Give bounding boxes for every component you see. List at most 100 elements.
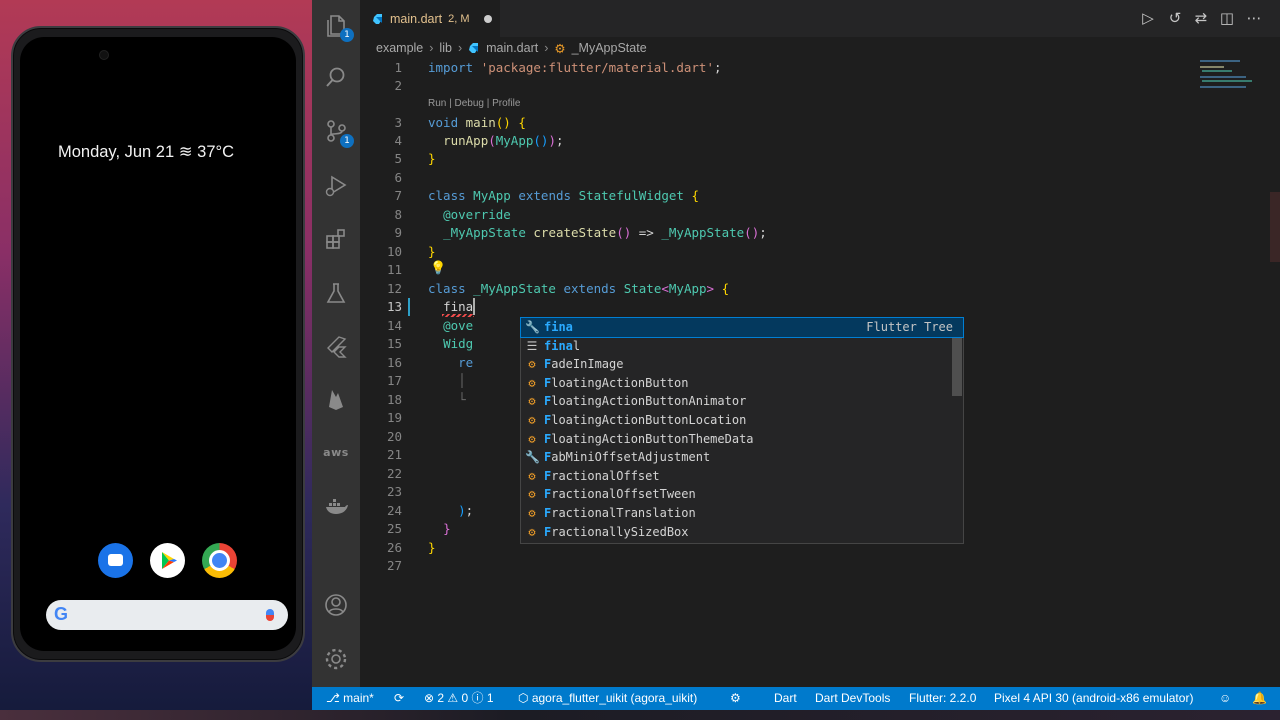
settings-gear-icon[interactable] [323, 646, 349, 672]
suggestion-item[interactable]: ⚙ FractionalOffset [521, 467, 963, 486]
keyword-icon: ☰ [526, 338, 538, 353]
run-debug-icon[interactable] [323, 172, 349, 198]
more-actions-icon[interactable]: ⋯ [1244, 8, 1264, 28]
accounts-icon[interactable] [323, 592, 349, 618]
code-line[interactable]: ); [428, 502, 473, 520]
notifications-bell-icon[interactable]: 🔔 [1252, 687, 1267, 710]
firebase-icon[interactable] [323, 386, 349, 412]
line-number: 25 [386, 521, 402, 536]
branch-status[interactable]: ⎇ main* [326, 687, 374, 710]
tab-main-dart[interactable]: main.dart 2, M [360, 0, 500, 37]
code-line[interactable]: re [428, 354, 473, 372]
code-line[interactable]: void main() { [428, 114, 526, 132]
messages-icon[interactable] [98, 543, 133, 578]
vscode-window: 1 1 aws main.dart 2, M ▷ ↺ ⇄ ◫ ⋯ example… [312, 0, 1280, 710]
unsaved-dot-icon[interactable] [483, 14, 492, 23]
split-editor-icon[interactable]: ◫ [1217, 8, 1237, 28]
line-number: 17 [386, 373, 402, 388]
code-line[interactable]: } [428, 243, 436, 261]
class-symbol-icon: ⚙ [554, 41, 566, 56]
suggestion-item[interactable]: ⚙ FloatingActionButton [521, 374, 963, 393]
open-changes-icon[interactable]: ⇄ [1191, 8, 1211, 28]
run-file-icon[interactable]: ▷ [1138, 8, 1158, 28]
breadcrumb-item[interactable]: _MyAppState [572, 41, 647, 55]
suggestion-item[interactable]: 🔧 fina Flutter Tree [520, 317, 964, 338]
code-line[interactable]: import 'package:flutter/material.dart'; [428, 59, 722, 77]
editor-tab-bar: main.dart 2, M ▷ ↺ ⇄ ◫ ⋯ [360, 0, 1280, 37]
suggestion-item[interactable]: ⚙ FractionallySizedBox [521, 523, 963, 542]
suggestion-item[interactable]: ⚙ FloatingActionButtonLocation [521, 411, 963, 430]
lightbulb-icon[interactable]: 💡 [430, 262, 446, 276]
line-number: 16 [386, 355, 402, 370]
line-number: 3 [394, 115, 402, 130]
line-number: 22 [386, 466, 402, 481]
code-line[interactable]: Widg [428, 335, 473, 353]
dart-devtools-button[interactable]: Dart DevTools [815, 687, 890, 710]
code-line[interactable]: class MyApp extends StatefulWidget { [428, 187, 699, 205]
docker-icon[interactable] [323, 494, 349, 520]
chevron-right-icon: › [429, 41, 434, 55]
editor-scrollbar[interactable] [1270, 192, 1280, 262]
breadcrumb-item[interactable]: main.dart [486, 41, 538, 55]
code-line[interactable]: } [428, 520, 451, 538]
explorer-icon[interactable]: 1 [323, 12, 354, 42]
line-number: 18 [386, 392, 402, 407]
suggestion-match: fina [544, 338, 573, 353]
code-line[interactable]: } [428, 539, 436, 557]
search-icon[interactable] [323, 64, 349, 90]
sync-icon[interactable]: ⟳ [394, 687, 404, 710]
flutter-icon[interactable] [323, 334, 349, 360]
code-line[interactable]: @ove [428, 317, 473, 335]
code-line[interactable]: └ [428, 391, 466, 409]
problems-status[interactable]: ⊗ 2 ⚠ 0 ⓘ 1 [424, 687, 494, 710]
code-line[interactable]: @override [428, 206, 511, 224]
suggestion-label: loatingActionButtonLocation [551, 412, 747, 427]
play-store-icon[interactable] [150, 543, 185, 578]
date-weather-widget[interactable]: Monday, Jun 21 ≋ 37°C [20, 142, 272, 162]
code-line[interactable]: } [428, 150, 436, 168]
suggestion-item[interactable]: ⚙ FractionalTranslation [521, 504, 963, 523]
language-mode[interactable]: Dart [774, 687, 797, 710]
google-search-bar[interactable]: G [46, 600, 288, 630]
code-line[interactable]: _MyAppState createState() => _MyAppState… [428, 224, 767, 242]
suggestion-item[interactable]: 🔧 FabMiniOffsetAdjustment [521, 448, 963, 467]
project-status[interactable]: ⬡ agora_flutter_uikit (agora_uikit) [518, 687, 697, 710]
minimap[interactable] [1198, 58, 1268, 687]
minimap-line [1200, 86, 1246, 88]
phone-screen[interactable]: Monday, Jun 21 ≋ 37°C G [20, 37, 296, 651]
line-number: 4 [394, 133, 402, 148]
suggestion-item[interactable]: ☰ final [521, 337, 963, 356]
code-line[interactable]: class _MyAppState extends State<MyApp> { [428, 280, 729, 298]
chrome-icon[interactable] [202, 543, 237, 578]
suggestion-item[interactable]: ⚙ FloatingActionButtonAnimator [521, 392, 963, 411]
assistant-icon[interactable] [266, 609, 274, 621]
suggestion-item[interactable]: ⚙ FadeInImage [521, 355, 963, 374]
autocomplete-suggestions[interactable]: 🔧 fina Flutter Tree ☰ final ⚙ FadeInImage ⚙ Floa… [520, 317, 964, 544]
feedback-icon[interactable]: ☺ [1219, 687, 1231, 710]
debug-icon[interactable]: ⚙ [730, 687, 741, 710]
android-emulator[interactable]: Monday, Jun 21 ≋ 37°C G [11, 26, 305, 662]
code-line[interactable]: │ [428, 372, 466, 390]
class-symbol-icon: ⚙ [528, 431, 536, 446]
suggestion-label: abMiniOffsetAdjustment [551, 450, 711, 465]
extensions-icon[interactable] [323, 226, 349, 252]
suggestion-label: ractionalTranslation [551, 505, 696, 520]
aws-icon[interactable]: aws [323, 440, 349, 466]
codelens-run-debug[interactable]: Run | Debug | Profile [428, 98, 520, 109]
suggestion-item[interactable]: ⚙ FloatingActionButtonThemeData [521, 430, 963, 449]
source-control-badge: 1 [340, 134, 354, 148]
line-number: 1 [394, 60, 402, 75]
suggestion-item[interactable]: ⚙ FractionalOffsetTween [521, 485, 963, 504]
open-timeline-icon[interactable]: ↺ [1165, 8, 1185, 28]
device-selector[interactable]: Pixel 4 API 30 (android-x86 emulator) [994, 687, 1193, 710]
code-line[interactable]: runApp(MyApp()); [428, 132, 563, 150]
breadcrumb: example › lib › main.dart › ⚙ _MyAppStat… [376, 38, 647, 58]
flutter-version[interactable]: Flutter: 2.2.0 [909, 687, 976, 710]
source-control-icon[interactable]: 1 [323, 118, 354, 148]
testing-flask-icon[interactable] [323, 280, 349, 306]
breadcrumb-item[interactable]: example [376, 41, 423, 55]
code-editor[interactable]: 1 2 3 4 5 6 7 8 9 10 11 12 13 14 15 16 1… [360, 58, 1280, 687]
line-number: 15 [386, 336, 402, 351]
breadcrumb-item[interactable]: lib [439, 41, 452, 55]
suggestion-label: loatingActionButtonThemeData [551, 431, 754, 446]
